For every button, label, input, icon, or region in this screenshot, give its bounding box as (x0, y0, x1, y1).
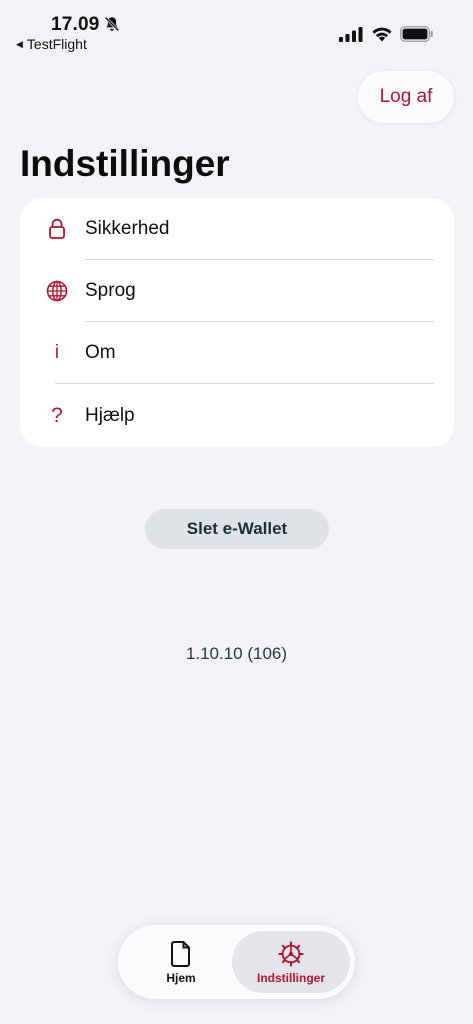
back-triangle-icon: ◀ (16, 38, 23, 49)
info-glyph: i (54, 342, 60, 363)
tab-home[interactable]: Hjem (128, 931, 234, 993)
tab-label: Hjem (166, 970, 196, 985)
lock-icon (46, 218, 68, 240)
tab-bar: Hjem Indstillinger (118, 925, 355, 999)
list-divider (55, 383, 434, 384)
settings-item-label: Om (85, 342, 116, 363)
settings-item-about[interactable]: i Om (20, 322, 454, 384)
settings-item-label: Sprog (85, 280, 136, 301)
settings-item-label: Sikkerhed (85, 218, 170, 239)
tab-label: Indstillinger (256, 970, 325, 985)
settings-list: Sikkerhed Sprog i Om ? Hjælp (20, 198, 454, 447)
settings-screen: 17.09 ◀ TestFlight Log af Indstillinger … (0, 0, 473, 1024)
logout-button[interactable]: Log af (358, 71, 454, 123)
settings-item-security[interactable]: Sikkerhed (20, 198, 454, 260)
wifi-icon (372, 27, 392, 42)
cellular-signal-icon (339, 27, 363, 42)
settings-item-label: Hjælp (85, 405, 135, 426)
document-icon (171, 940, 190, 967)
battery-icon (400, 26, 433, 42)
tab-settings[interactable]: Indstillinger (232, 931, 350, 993)
page-title: Indstillinger (20, 143, 230, 184)
globe-icon (46, 280, 68, 302)
gear-icon (278, 940, 304, 967)
status-time: 17.09 (51, 14, 100, 35)
question-glyph: ? (51, 404, 63, 427)
bell-slash-icon (104, 16, 120, 32)
app-version: 1.10.10 (106) (185, 644, 288, 663)
delete-wallet-button[interactable]: Slet e-Wallet (145, 509, 329, 549)
settings-item-help[interactable]: ? Hjælp (20, 385, 454, 447)
info-icon: i (46, 342, 68, 364)
question-icon: ? (46, 404, 68, 427)
settings-item-language[interactable]: Sprog (20, 260, 454, 322)
back-to-app-link[interactable]: ◀ TestFlight (16, 36, 87, 52)
status-bar: 17.09 ◀ TestFlight (0, 0, 473, 60)
back-app-label: TestFlight (26, 36, 87, 52)
